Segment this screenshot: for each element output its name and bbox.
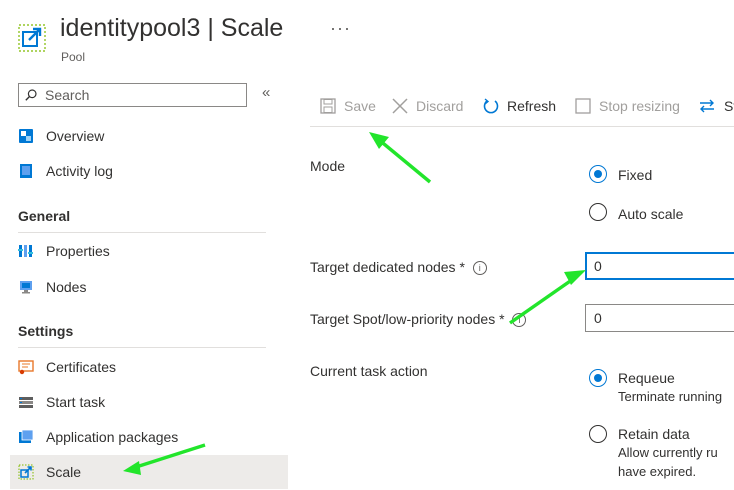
requeue-description: Terminate running (618, 389, 723, 404)
mode-autoscale-radio[interactable] (589, 203, 607, 221)
save-button[interactable]: Save (320, 94, 376, 118)
requeue-radio[interactable] (589, 369, 607, 387)
required-mark: * (499, 311, 505, 327)
collapse-sidebar-button[interactable]: « (262, 84, 270, 101)
sidebar-item-label: Properties (46, 243, 110, 259)
mode-fixed-radio[interactable] (589, 165, 607, 183)
target-spot-label: Target Spot/low-priority nodes * i (310, 311, 527, 328)
certificates-icon (18, 360, 34, 375)
scale-icon (18, 464, 34, 480)
sidebar-item-label: Nodes (46, 279, 87, 295)
activity-log-icon (20, 164, 32, 178)
target-spot-field[interactable] (585, 304, 734, 332)
sidebar-item-label: Scale (46, 464, 82, 480)
target-dedicated-field[interactable] (585, 252, 734, 280)
sidebar-item-activity-log[interactable]: Activity log (10, 154, 288, 188)
target-dedicated-label: Target dedicated nodes * i (310, 259, 487, 276)
sidebar-item-nodes[interactable]: Nodes (10, 270, 288, 304)
sidebar-item-overview[interactable]: Overview (10, 119, 288, 153)
breadcrumb[interactable] (160, 0, 360, 3)
nodes-icon (20, 281, 32, 294)
sidebar-item-label: Application packages (46, 429, 179, 445)
start-task-icon (19, 397, 33, 408)
annotation-arrow-save (369, 132, 432, 184)
sidebar-search-box[interactable] (18, 83, 247, 107)
page-name: Scale (220, 14, 284, 42)
sidebar-item-label: Overview (46, 128, 105, 144)
application-packages-icon (19, 429, 34, 443)
target-spot-text: Target Spot/low-priority nodes (310, 311, 496, 327)
sidebar-item-scale[interactable]: Scale (10, 455, 288, 489)
required-mark: * (459, 259, 465, 275)
resource-type-subtitle: Pool (61, 50, 86, 64)
target-spot-input[interactable] (594, 309, 734, 327)
scale-title-icon (18, 24, 46, 52)
page-title: identitypool3 | Scale (60, 14, 283, 43)
switch-button[interactable]: Sv (698, 94, 734, 118)
refresh-label: Refresh (507, 98, 557, 114)
info-icon[interactable]: i (472, 261, 487, 276)
title-separator: | (207, 14, 214, 42)
section-divider (18, 232, 266, 233)
switch-icon (700, 99, 714, 113)
stop-icon (575, 98, 591, 114)
discard-label: Discard (416, 98, 464, 114)
sidebar-item-start-task[interactable]: Start task (10, 385, 288, 419)
stop-resizing-label: Stop resizing (599, 98, 680, 114)
search-icon (25, 89, 37, 101)
mode-label: Mode (310, 158, 346, 174)
close-icon (392, 98, 408, 114)
retain-data-label: Retain data (618, 426, 690, 442)
target-dedicated-text: Target dedicated nodes (310, 259, 456, 275)
save-label: Save (344, 98, 376, 114)
retain-data-radio[interactable] (589, 425, 607, 443)
sidebar-item-label: Start task (46, 394, 106, 410)
search-input[interactable] (45, 86, 240, 104)
section-heading-settings: Settings (18, 323, 74, 339)
save-icon (320, 98, 336, 114)
retain-data-description-line2: have expired. (618, 464, 697, 479)
mode-fixed-label: Fixed (618, 167, 653, 183)
sidebar-item-label: Certificates (46, 359, 117, 375)
resource-name: identitypool3 (60, 14, 201, 42)
sidebar-item-properties[interactable]: Properties (10, 234, 288, 268)
stop-resizing-button[interactable]: Stop resizing (575, 94, 680, 118)
refresh-button[interactable]: Refresh (483, 94, 556, 118)
refresh-icon (483, 98, 499, 114)
section-heading-general: General (18, 208, 71, 224)
section-divider (18, 347, 266, 348)
more-options-button[interactable]: ··· (330, 18, 351, 39)
retain-data-description-line1: Allow currently ru (618, 445, 718, 460)
sidebar-item-label: Activity log (46, 163, 113, 179)
requeue-label: Requeue (618, 370, 675, 386)
toolbar-divider (310, 126, 734, 127)
switch-label: Sv (724, 98, 734, 114)
overview-icon (19, 129, 33, 143)
mode-autoscale-label: Auto scale (618, 206, 684, 222)
task-action-label: Current task action (310, 363, 428, 379)
info-icon[interactable]: i (512, 313, 527, 328)
discard-button[interactable]: Discard (392, 94, 463, 118)
sidebar-item-certificates[interactable]: Certificates (10, 350, 288, 384)
properties-icon (18, 245, 33, 257)
target-dedicated-input[interactable] (594, 257, 734, 275)
sidebar-item-application-packages[interactable]: Application packages (10, 420, 288, 454)
